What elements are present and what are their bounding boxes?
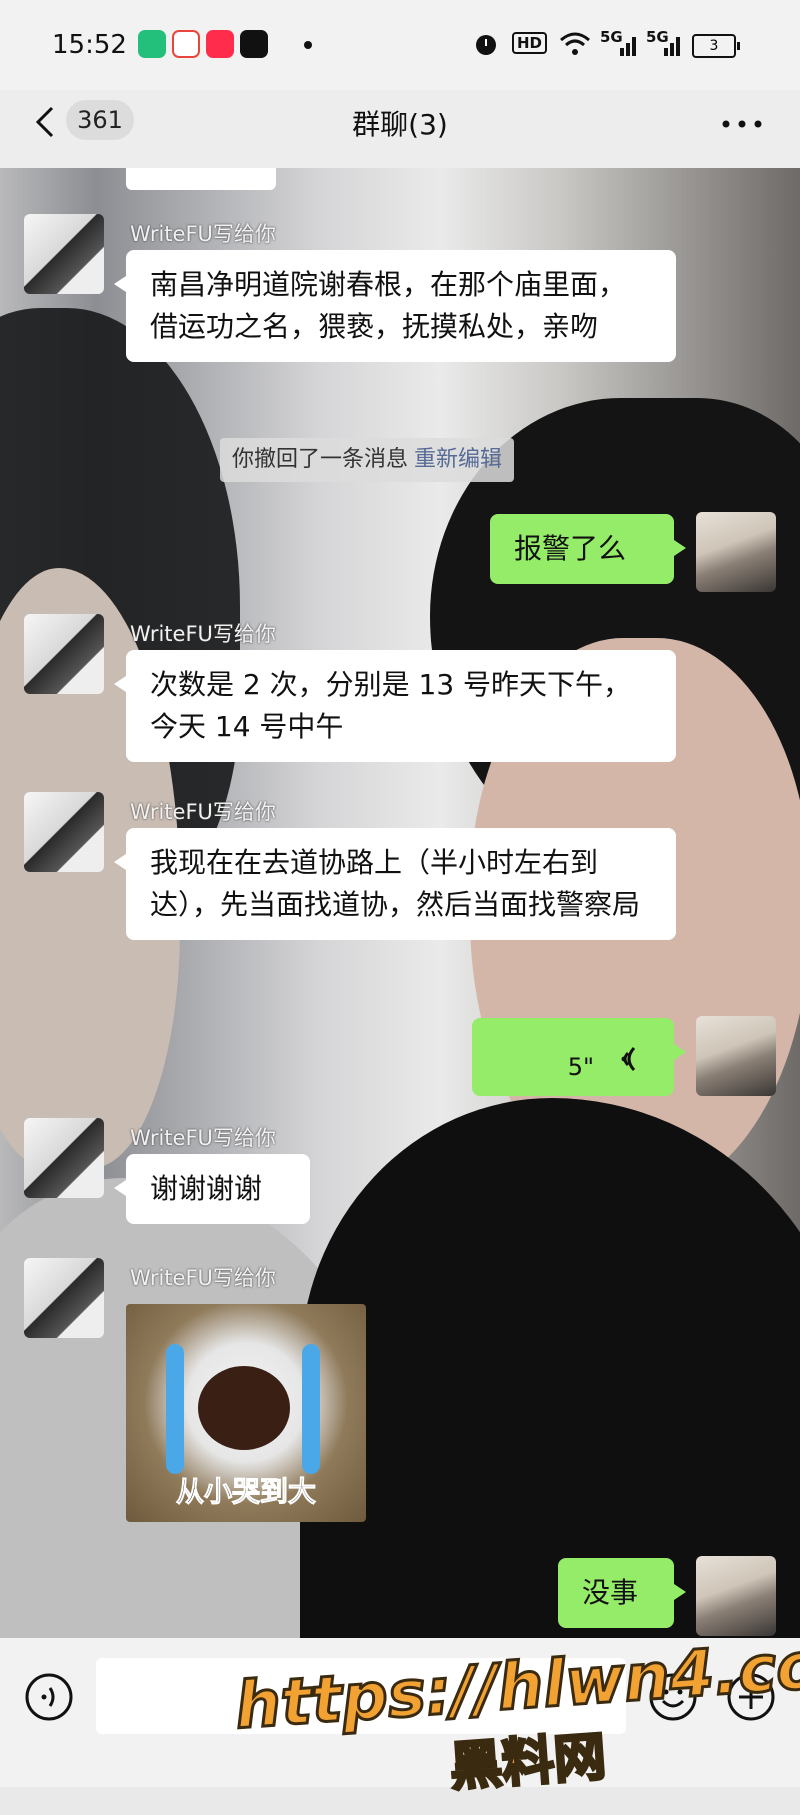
- app-notification-icon: [138, 30, 166, 58]
- signal-icon-1: [620, 37, 636, 56]
- alarm-icon: [476, 35, 496, 55]
- crying-cat-sticker[interactable]: 从小哭到大: [126, 1304, 366, 1522]
- status-bar: 15:52 HD 5G 5G 3: [0, 0, 800, 90]
- watermark-name: 黑料网: [447, 1726, 610, 1800]
- recall-text: 你撤回了一条消息: [232, 447, 409, 472]
- weibo-icon: [172, 30, 200, 58]
- more-notifications-dot: [304, 41, 312, 49]
- chat-title: 群聊(3): [352, 108, 448, 141]
- sender-name: WriteFU写给你: [130, 622, 276, 646]
- sender-avatar[interactable]: [24, 792, 104, 872]
- sender-name: WriteFU写给你: [130, 800, 276, 824]
- message-bubble[interactable]: 谢谢谢谢: [114, 1154, 310, 1224]
- self-avatar[interactable]: [696, 512, 776, 592]
- battery-icon: 3: [692, 34, 740, 58]
- voice-message-bubble[interactable]: 5": [472, 1018, 686, 1096]
- red-app-icon: [206, 30, 234, 58]
- message-bubble-self[interactable]: 报警了么: [490, 514, 686, 584]
- voice-input-icon[interactable]: [24, 1672, 74, 1722]
- status-time: 15:52: [52, 30, 127, 60]
- message-bubble[interactable]: 我现在在去道协路上（半小时左右到达），先当面找道协，然后当面找警察局: [114, 828, 676, 940]
- sender-avatar[interactable]: [24, 614, 104, 694]
- voice-duration: 5": [567, 1053, 594, 1081]
- previous-bubble-edge: [126, 168, 276, 190]
- voice-wave-icon: [621, 1046, 636, 1072]
- sender-name: WriteFU写给你: [130, 222, 276, 246]
- signal-icon-2: [664, 37, 680, 56]
- sender-name: WriteFU写给你: [130, 1126, 276, 1150]
- more-options-icon[interactable]: [722, 120, 762, 128]
- re-edit-link[interactable]: 重新编辑: [414, 447, 502, 472]
- sender-avatar[interactable]: [24, 1258, 104, 1338]
- sticker-caption: 从小哭到大: [175, 1475, 316, 1509]
- self-avatar[interactable]: [696, 1016, 776, 1096]
- recall-notice: 你撤回了一条消息 重新编辑: [220, 438, 515, 482]
- message-bubble[interactable]: 次数是 2 次，分别是 13 号昨天下午，今天 14 号中午: [114, 650, 676, 762]
- tiktok-icon: [240, 30, 268, 58]
- sender-avatar[interactable]: [24, 1118, 104, 1198]
- hd-badge: HD: [512, 32, 548, 54]
- sender-name: WriteFU写给你: [130, 1266, 276, 1290]
- sender-avatar[interactable]: [24, 214, 104, 294]
- wifi-icon: [560, 32, 590, 55]
- message-bubble[interactable]: 南昌净明道院谢春根，在那个庙里面，借运功之名，猥亵，抚摸私处，亲吻: [114, 250, 676, 362]
